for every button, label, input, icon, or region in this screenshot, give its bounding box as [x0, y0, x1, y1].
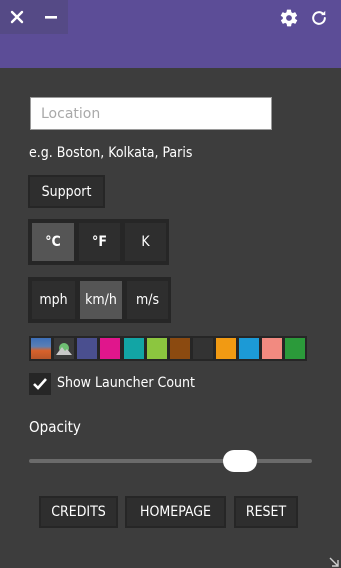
launcher-count-label: Show Launcher Count: [57, 375, 195, 391]
checkmark-icon: [33, 378, 47, 390]
minimize-icon: [45, 16, 57, 19]
theme-swatch-teal[interactable]: [124, 338, 144, 359]
theme-swatch-brown[interactable]: [170, 338, 190, 359]
location-example-text: e.g. Boston, Kolkata, Paris: [29, 145, 193, 161]
theme-swatch-orange[interactable]: [216, 338, 236, 359]
refresh-icon: [312, 10, 326, 25]
credits-button[interactable]: CREDITS: [39, 496, 118, 528]
theme-swatch-slate-blue[interactable]: [77, 338, 97, 359]
window-controls: [0, 0, 68, 34]
resize-arrow-icon: [329, 557, 339, 567]
unit-mph-button[interactable]: mph: [30, 279, 77, 321]
theme-swatch-lime[interactable]: [147, 338, 167, 359]
close-button[interactable]: [0, 0, 34, 34]
launcher-count-checkbox[interactable]: [29, 373, 51, 395]
close-icon: [10, 10, 24, 24]
reset-button[interactable]: RESET: [234, 496, 298, 528]
opacity-label: Opacity: [29, 418, 81, 436]
theme-swatch-charcoal[interactable]: [193, 338, 213, 359]
unit-kelvin-button[interactable]: K: [123, 221, 168, 263]
theme-swatch-gradient[interactable]: [31, 338, 51, 359]
landscape-icon: [56, 342, 72, 355]
location-input[interactable]: [30, 97, 272, 130]
minimize-button[interactable]: [34, 0, 68, 34]
theme-swatch-magenta[interactable]: [100, 338, 120, 359]
theme-swatch-sky-blue[interactable]: [239, 338, 259, 359]
theme-swatch-salmon[interactable]: [262, 338, 282, 359]
theme-swatch-landscape[interactable]: [54, 338, 74, 359]
settings-button[interactable]: [278, 7, 300, 29]
resize-grip[interactable]: [327, 554, 341, 568]
unit-kmh-button[interactable]: km/h: [78, 279, 124, 321]
unit-fahrenheit-button[interactable]: °F: [77, 221, 122, 263]
theme-swatch-green[interactable]: [285, 338, 305, 359]
unit-ms-button[interactable]: m/s: [125, 279, 170, 321]
opacity-slider-track[interactable]: [29, 459, 312, 463]
refresh-button[interactable]: [308, 7, 330, 29]
gear-icon: [280, 9, 298, 27]
unit-celsius-button[interactable]: °C: [30, 221, 76, 263]
opacity-slider-thumb[interactable]: [223, 450, 257, 472]
window-header: [0, 0, 341, 68]
support-button[interactable]: Support: [28, 175, 105, 208]
homepage-button[interactable]: HOMEPAGE: [125, 496, 226, 528]
